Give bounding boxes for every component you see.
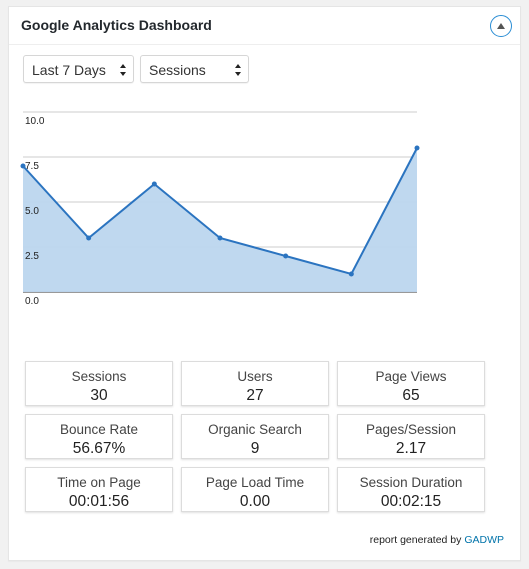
select-arrows-icon	[235, 64, 241, 76]
stat-label: Pages/Session	[365, 422, 457, 437]
stat-label: Users	[237, 369, 273, 384]
stat-value: 0.00	[239, 493, 271, 510]
y-tick-label: 5.0	[25, 206, 39, 217]
stat-value: 2.17	[395, 440, 427, 457]
stat-box: Users 27	[181, 361, 329, 406]
data-point[interactable]	[414, 145, 420, 151]
stat-box: Organic Search 9	[181, 414, 329, 459]
sessions-chart: 0.0 2.5 5.0 7.5 10.0	[20, 111, 420, 307]
stat-box: Time on Page 00:01:56	[25, 467, 173, 512]
select-arrows-icon	[120, 64, 126, 76]
y-tick-label: 7.5	[25, 161, 39, 172]
stat-label: Session Duration	[359, 475, 463, 490]
footer-text: report generated by	[369, 534, 462, 546]
stat-box: Page Load Time 0.00	[181, 467, 329, 512]
gadwp-link[interactable]: GADWP	[464, 534, 504, 546]
stat-label: Sessions	[71, 369, 127, 384]
chevron-up-circle-icon	[497, 23, 505, 29]
stat-value: 9	[250, 440, 260, 457]
y-tick-label: 0.0	[25, 296, 39, 307]
period-select[interactable]: Last 7 Days	[23, 55, 134, 83]
stat-value: 65	[402, 387, 420, 404]
data-point[interactable]	[217, 235, 223, 241]
period-select-value: Last 7 Days	[32, 62, 106, 78]
stat-box: Bounce Rate 56.67%	[25, 414, 173, 459]
analytics-widget: Google Analytics Dashboard Last 7 Days S…	[8, 6, 521, 561]
widget-title: Google Analytics Dashboard	[21, 17, 212, 33]
stat-label: Time on Page	[57, 475, 141, 490]
stat-value: 56.67%	[72, 440, 126, 457]
sessions-area	[23, 148, 417, 292]
stat-box: Page Views 65	[337, 361, 485, 406]
stat-label: Page Load Time	[205, 475, 305, 490]
stat-value: 30	[90, 387, 108, 404]
metric-select-value: Sessions	[149, 62, 206, 78]
data-point[interactable]	[151, 181, 157, 187]
stat-box: Pages/Session 2.17	[337, 414, 485, 459]
stat-value: 00:01:56	[68, 493, 130, 510]
collapse-toggle-button[interactable]	[490, 15, 512, 37]
stat-box: Session Duration 00:02:15	[337, 467, 485, 512]
report-footer: report generated by GADWP	[370, 534, 504, 546]
y-tick-label: 2.5	[25, 251, 39, 262]
stat-label: Bounce Rate	[59, 422, 139, 437]
data-point[interactable]	[283, 253, 289, 259]
stat-value: 27	[246, 387, 264, 404]
data-point[interactable]	[348, 271, 354, 277]
data-point[interactable]	[86, 235, 92, 241]
y-tick-label: 10.0	[25, 116, 45, 127]
widget-header: Google Analytics Dashboard	[9, 7, 520, 45]
stat-value: 00:02:15	[380, 493, 442, 510]
stat-label: Page Views	[375, 369, 447, 384]
stat-label: Organic Search	[208, 422, 302, 437]
metric-select[interactable]: Sessions	[140, 55, 249, 83]
stat-box: Sessions 30	[25, 361, 173, 406]
